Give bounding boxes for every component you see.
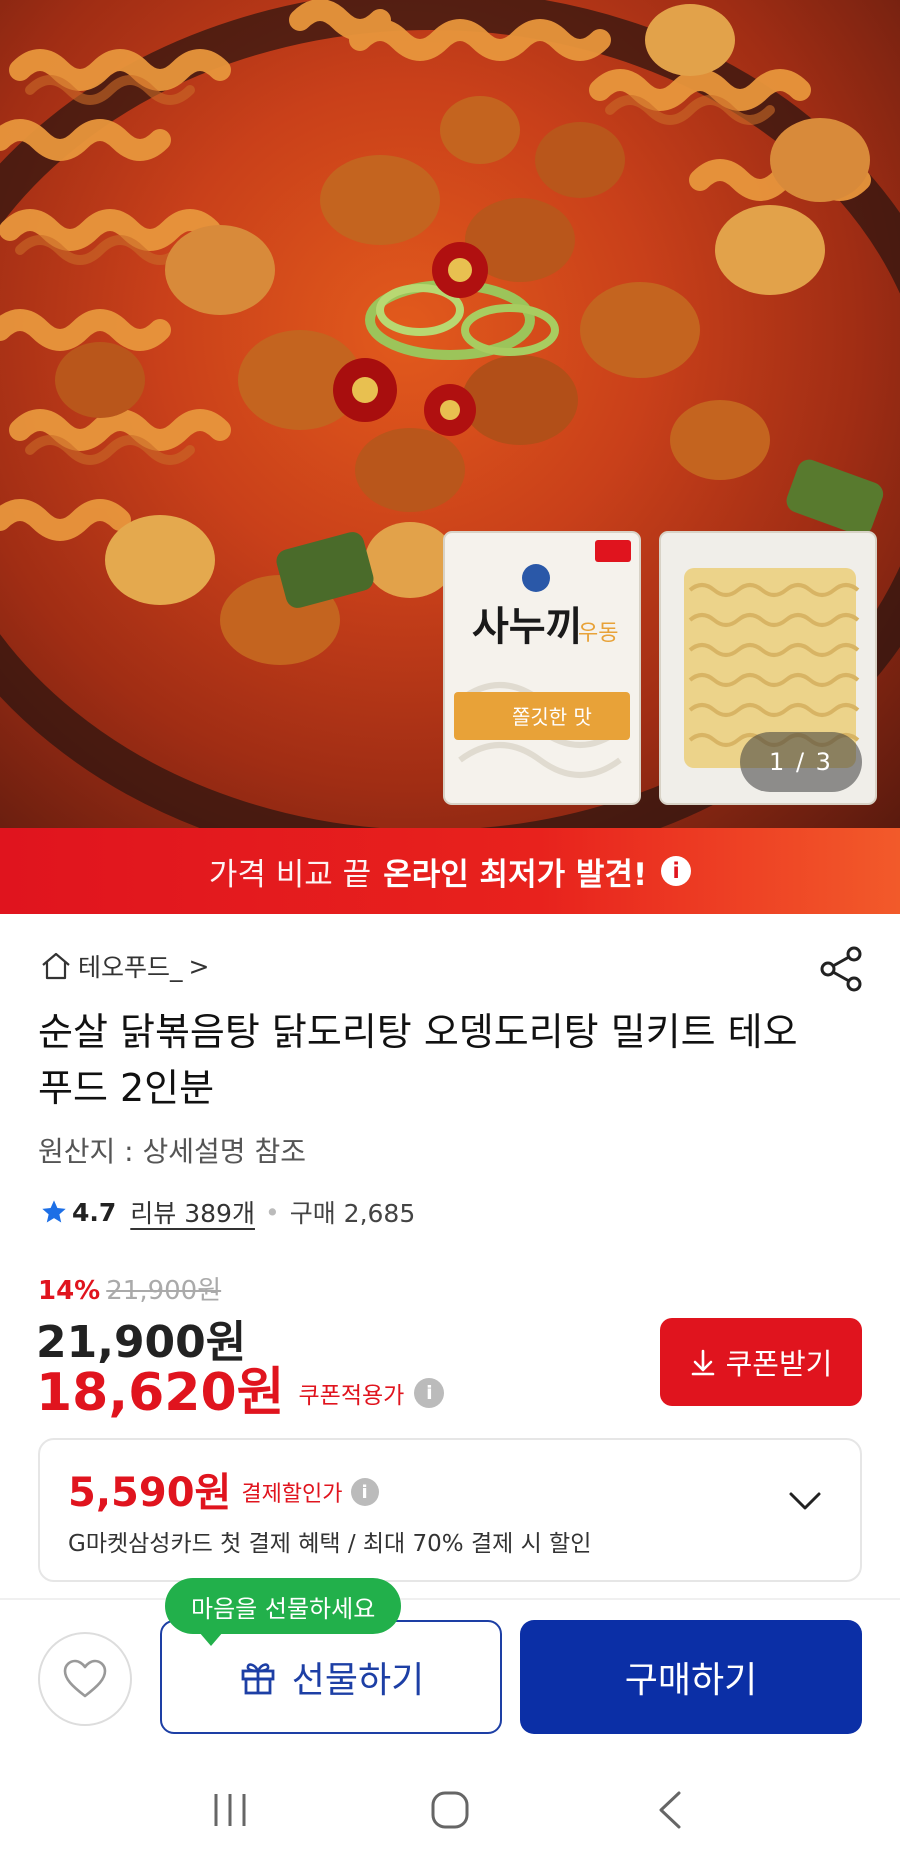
wishlist-button[interactable] xyxy=(38,1632,132,1726)
get-coupon-button[interactable]: 쿠폰받기 xyxy=(660,1318,862,1406)
rating-score: 4.7 xyxy=(72,1197,117,1227)
promo-bold-text: 온라인 최저가 발견! xyxy=(383,856,648,893)
download-arrow-icon xyxy=(691,1349,714,1376)
product-image[interactable]: 사누끼 우동 쫄깃한 맛 1 / 3 xyxy=(0,0,900,828)
rating-row: 4.7 리뷰 389개 • 구매 2,685 xyxy=(40,1194,415,1230)
original-price: 21,900원 xyxy=(106,1276,222,1306)
home-nav-button[interactable] xyxy=(410,1780,490,1840)
chevron-right-icon: > xyxy=(188,951,210,981)
divider xyxy=(0,1598,900,1600)
recent-apps-icon xyxy=(214,1794,246,1826)
lowest-price-banner[interactable]: 가격 비교 끝 온라인 최저가 발견! i xyxy=(0,828,900,914)
home-icon xyxy=(42,952,70,980)
buy-button-label: 구매하기 xyxy=(624,1660,758,1701)
card-discount-amount: 5,590원 xyxy=(68,1470,232,1516)
gift-icon xyxy=(241,1663,275,1695)
recent-apps-button[interactable] xyxy=(190,1780,270,1840)
buy-button[interactable]: 구매하기 xyxy=(520,1620,862,1734)
udon-package-illustration: 사누끼 우동 쫄깃한 맛 xyxy=(443,531,641,805)
image-counter: 1 / 3 xyxy=(740,732,862,792)
separator-dot: • xyxy=(264,1197,280,1227)
food-photo: 사누끼 우동 쫄깃한 맛 xyxy=(0,0,900,828)
chevron-down-icon[interactable] xyxy=(788,1490,822,1512)
gift-tooltip: 마음을 선물하세요 xyxy=(165,1578,402,1646)
discount-percent: 14% xyxy=(38,1276,101,1306)
origin-info: 원산지 : 상세설명 참조 xyxy=(38,1135,306,1168)
back-button[interactable] xyxy=(630,1780,710,1840)
card-discount-amount-row: 5,590원 결제할인가 i xyxy=(68,1460,379,1518)
coupon-price-label: 쿠폰적용가 xyxy=(298,1382,405,1409)
gift-button-label: 선물하기 xyxy=(291,1660,425,1701)
back-arrow-icon xyxy=(659,1791,681,1829)
card-discount-description: G마켓삼성카드 첫 결제 혜택 / 최대 70% 결제 시 할인 xyxy=(68,1531,592,1557)
review-link[interactable]: 리뷰 389개 xyxy=(130,1194,255,1230)
card-discount-label: 결제할인가 xyxy=(241,1482,343,1507)
svg-text:사누끼: 사누끼 xyxy=(472,604,582,650)
heart-icon xyxy=(63,1659,107,1698)
info-icon[interactable]: i xyxy=(350,1478,379,1506)
get-coupon-label: 쿠폰받기 xyxy=(725,1347,833,1381)
home-square-icon xyxy=(431,1791,469,1829)
store-link[interactable]: 테오푸드_ > xyxy=(40,948,209,984)
card-discount-panel[interactable]: 5,590원 결제할인가 i G마켓삼성카드 첫 결제 혜택 / 최대 70% … xyxy=(38,1438,862,1582)
discount-row: 14% 21,900원 xyxy=(38,1270,221,1307)
share-icon[interactable] xyxy=(820,946,864,992)
system-navigation-bar xyxy=(0,1756,900,1864)
coupon-price: 18,620원 xyxy=(36,1363,285,1423)
star-icon xyxy=(42,1200,66,1223)
product-title: 순살 닭볶음탕 닭도리탕 오뎅도리탕 밀키트 테오푸드 2인분 xyxy=(38,1010,798,1110)
info-icon[interactable]: i xyxy=(661,856,692,886)
promo-light-text: 가격 비교 끝 xyxy=(208,856,372,893)
svg-text:쫄깃한 맛: 쫄깃한 맛 xyxy=(512,705,592,729)
purchase-count: 구매 2,685 xyxy=(289,1199,416,1228)
store-name: 테오푸드_ xyxy=(78,953,183,982)
coupon-price-row: 18,620원 쿠폰적용가 i xyxy=(36,1350,445,1425)
info-icon[interactable]: i xyxy=(414,1377,445,1408)
svg-text:우동: 우동 xyxy=(578,621,618,646)
